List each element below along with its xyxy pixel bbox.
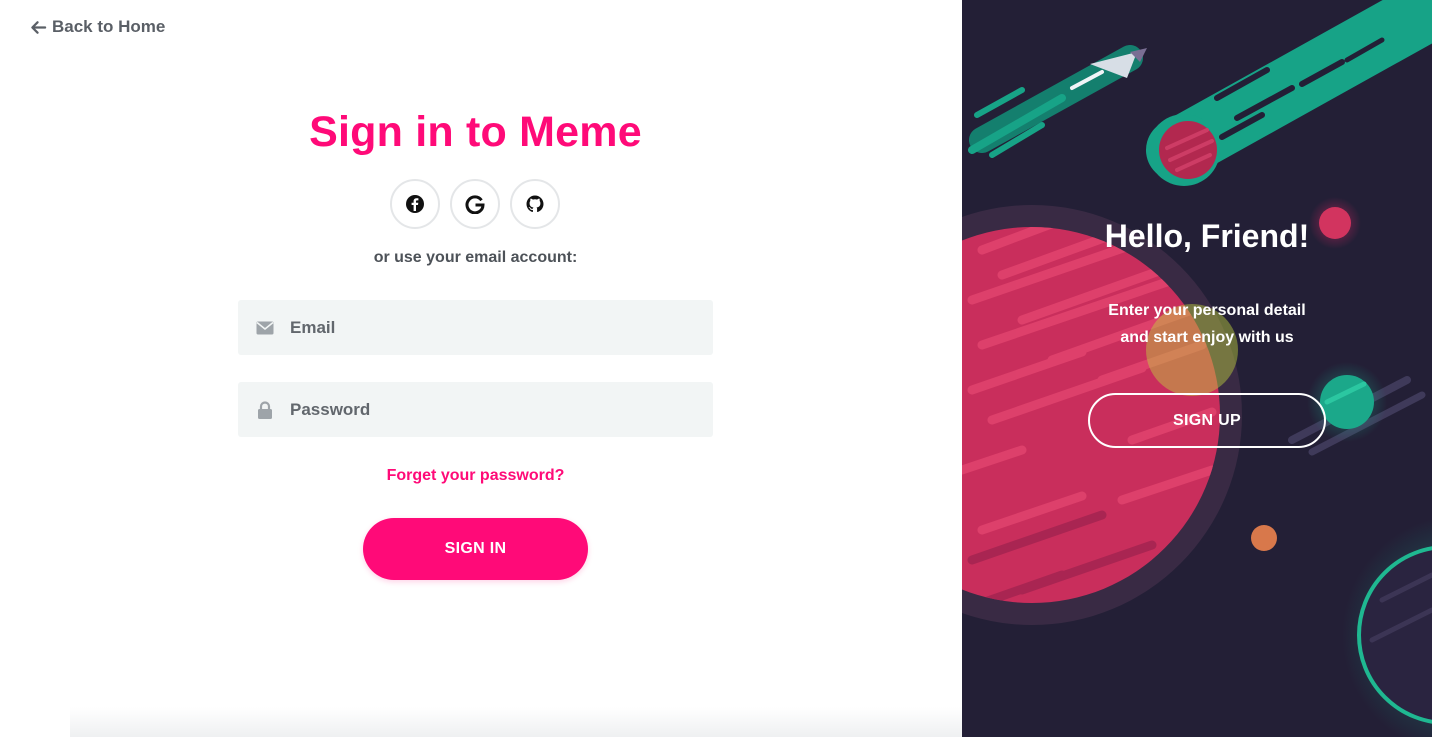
email-input[interactable]: [290, 300, 703, 355]
bottom-shadow: [70, 707, 962, 737]
sign-up-button[interactable]: SIGN UP: [1088, 393, 1326, 448]
sign-in-button[interactable]: SIGN IN: [363, 518, 588, 580]
welcome-heading: Hello, Friend!: [1104, 218, 1310, 254]
email-option-text: or use your email account:: [373, 249, 578, 266]
github-login-button[interactable]: [510, 179, 560, 229]
lock-icon: [256, 400, 274, 419]
space-illustration: [962, 0, 1432, 737]
github-icon: [526, 195, 544, 213]
password-field: [238, 382, 713, 437]
password-input[interactable]: [290, 382, 703, 437]
signin-panel: Back to Home Sign in to Meme or use your…: [0, 0, 962, 737]
welcome-line-1: Enter your personal detail: [1108, 302, 1306, 319]
facebook-icon: [406, 195, 424, 213]
google-login-button[interactable]: [450, 179, 500, 229]
email-field: [238, 300, 713, 355]
google-icon: [465, 195, 485, 214]
welcome-panel: Hello, Friend! Enter your personal detai…: [962, 0, 1432, 737]
social-login-group: [390, 179, 560, 229]
forgot-password-link[interactable]: Forget your password?: [0, 467, 951, 485]
envelope-icon: [256, 321, 274, 335]
back-to-home-link[interactable]: Back to Home: [30, 17, 165, 37]
welcome-line-2: and start enjoy with us: [1120, 329, 1294, 346]
arrow-left-icon: [31, 20, 47, 34]
facebook-login-button[interactable]: [390, 179, 440, 229]
welcome-subtitle: Enter your personal detail and start enj…: [962, 297, 1432, 351]
back-to-home-label: Back to Home: [52, 17, 166, 36]
page-title: Sign in to Meme: [309, 108, 642, 156]
